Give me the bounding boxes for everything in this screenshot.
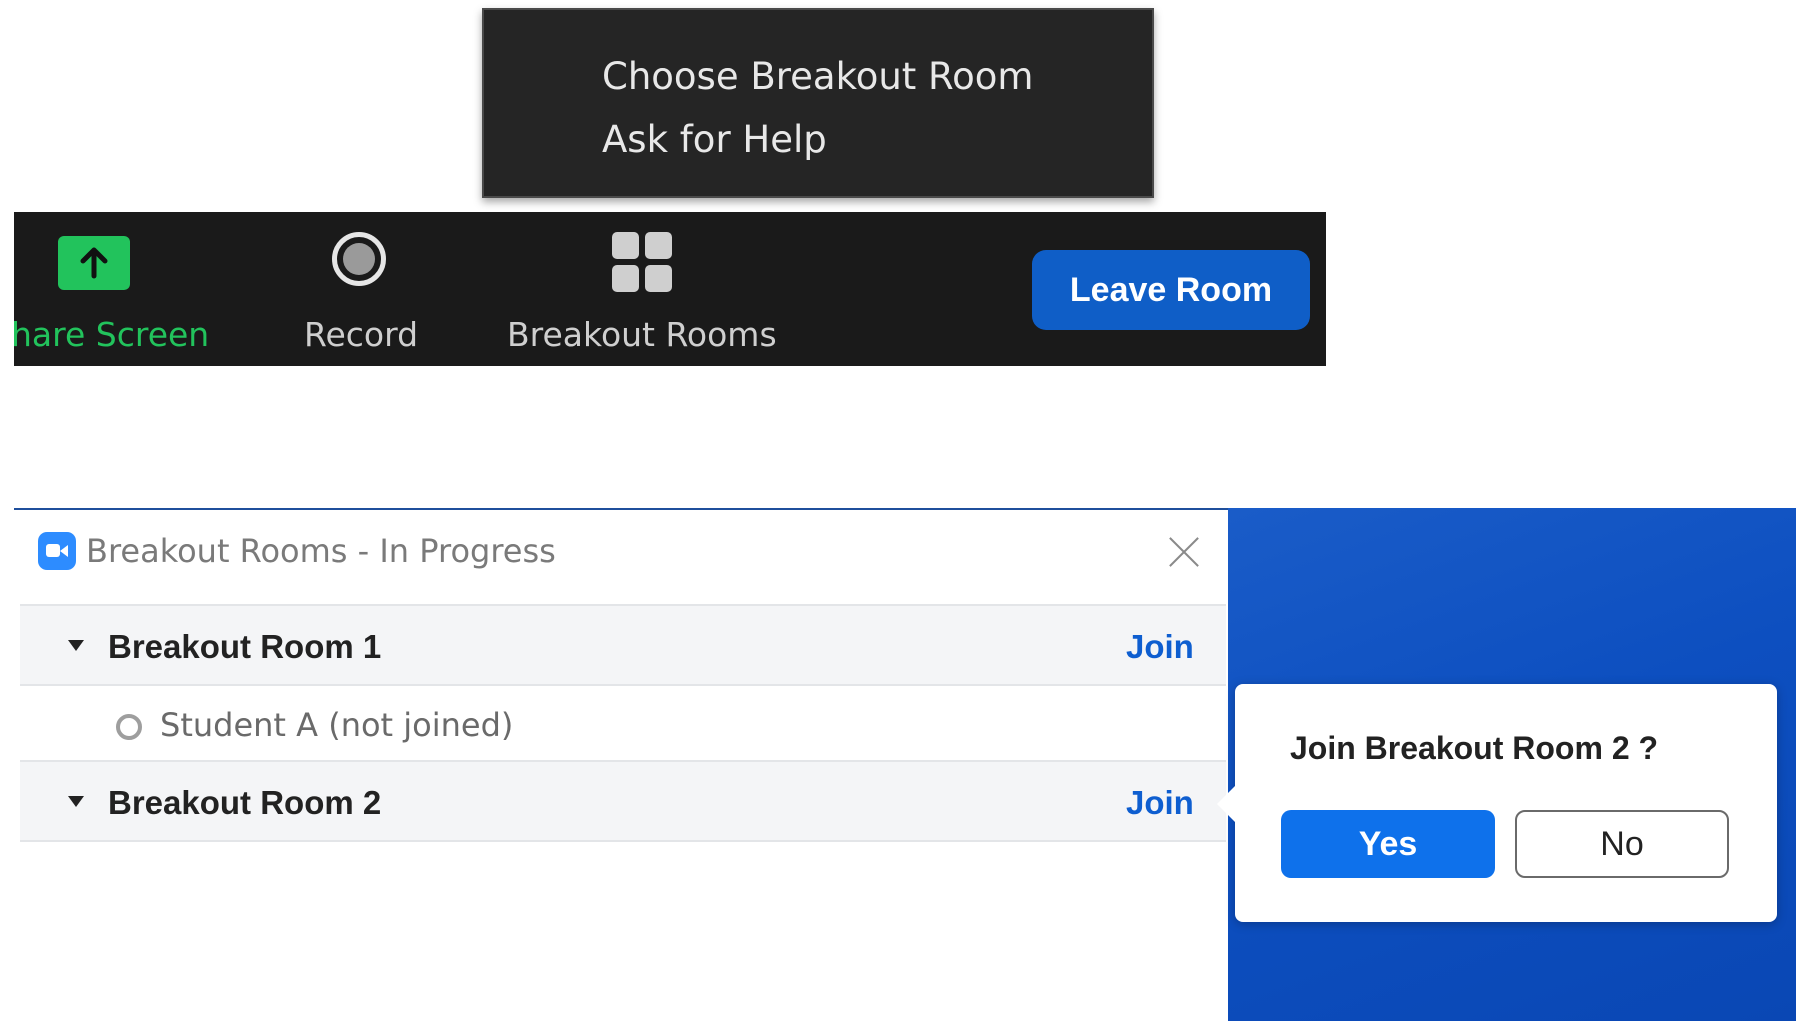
breakout-rooms-window: Breakout Rooms - In Progress Breakout Ro… [14,508,1228,1023]
join-question: Join Breakout Room 2 ? [1290,730,1659,766]
no-button[interactable]: No [1515,810,1729,878]
member-name: Student A (not joined) [160,706,514,744]
room-name: Breakout Room 2 [108,784,382,821]
leave-room-button[interactable]: Leave Room [1032,250,1310,330]
room-name: Breakout Room 1 [108,628,382,665]
breakout-rooms-label: Breakout Rooms [507,315,777,354]
zoom-camera-icon [38,532,76,570]
popover-arrow [1217,786,1235,822]
share-screen-label: hare Screen [14,315,210,354]
member-row: Student A (not joined) [20,692,1226,762]
share-screen-icon [58,236,130,290]
record-label: Record [304,315,419,354]
grid-icon [612,232,674,294]
close-icon[interactable] [1164,532,1204,572]
status-circle-icon [116,714,142,740]
caret-down-icon[interactable] [68,640,84,651]
breakout-context-menu: Choose Breakout Room Ask for Help [482,8,1154,198]
join-room-2-link[interactable]: Join [1126,784,1194,822]
menu-item-ask-for-help[interactable]: Ask for Help [602,118,827,161]
join-confirmation-popover: Join Breakout Room 2 ? Yes No [1217,684,1777,922]
room-row-2[interactable]: Breakout Room 2 Join [20,760,1226,842]
join-room-1-link[interactable]: Join [1126,628,1194,666]
record-icon [332,232,386,286]
meeting-toolbar: hare Screen Record Breakout Rooms Leave … [14,212,1326,366]
yes-button[interactable]: Yes [1281,810,1495,878]
window-title: Breakout Rooms - In Progress [86,532,556,570]
menu-item-choose-breakout-room[interactable]: Choose Breakout Room [602,55,1033,98]
room-row-1[interactable]: Breakout Room 1 Join [20,604,1226,686]
caret-down-icon[interactable] [68,796,84,807]
